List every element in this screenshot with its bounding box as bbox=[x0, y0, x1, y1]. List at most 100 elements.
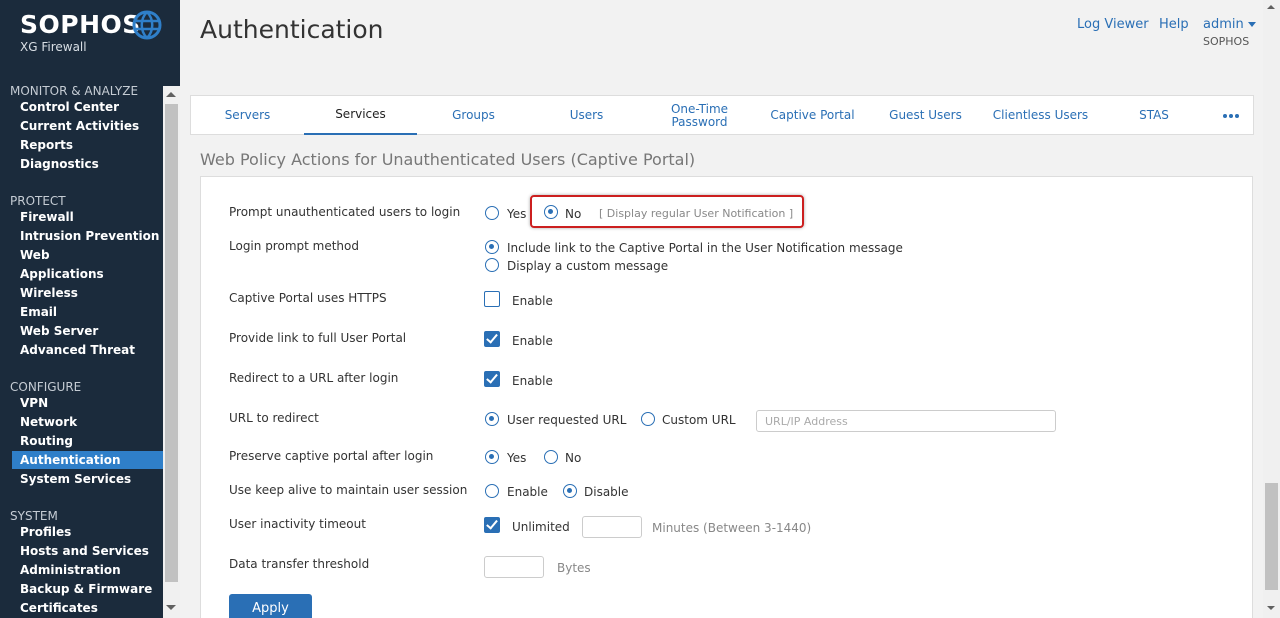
login-method-label: Login prompt method bbox=[229, 239, 359, 253]
https-checkbox[interactable] bbox=[484, 291, 500, 307]
keep-alive-enable-radio[interactable] bbox=[485, 484, 499, 498]
highlight-annotation-box bbox=[530, 195, 804, 228]
user-portal-enable-label: Enable bbox=[512, 334, 553, 348]
nav-item-control-center[interactable]: Control Center bbox=[12, 98, 163, 116]
scroll-down-arrow-icon[interactable] bbox=[1267, 606, 1275, 610]
nav-item-system-services[interactable]: System Services bbox=[12, 470, 163, 488]
unlimited-checkbox[interactable] bbox=[484, 517, 500, 533]
nav-section-system: SYSTEM bbox=[10, 509, 58, 523]
nav-item-certificates[interactable]: Certificates bbox=[12, 599, 163, 617]
nav-section-configure: CONFIGURE bbox=[10, 380, 82, 394]
login-method-link-label: Include link to the Captive Portal in th… bbox=[507, 241, 903, 255]
redirect-checkbox[interactable] bbox=[484, 371, 500, 387]
tab-one-time-password[interactable]: One-Time Password bbox=[643, 96, 756, 135]
nav-item-web[interactable]: Web bbox=[12, 246, 163, 264]
nav-item-routing[interactable]: Routing bbox=[12, 432, 163, 450]
nav-section-protect: PROTECT bbox=[10, 194, 66, 208]
nav-item-advanced-threat[interactable]: Advanced Threat bbox=[12, 341, 163, 359]
tab-bar: Servers Services Groups Users One-Time P… bbox=[190, 95, 1254, 135]
nav-item-current-activities[interactable]: Current Activities bbox=[12, 117, 163, 135]
inactivity-label: User inactivity timeout bbox=[229, 517, 366, 531]
organization-name: SOPHOS bbox=[1203, 35, 1250, 48]
threshold-unit-hint: Bytes bbox=[557, 561, 591, 575]
threshold-label: Data transfer threshold bbox=[229, 557, 370, 571]
section-title: Web Policy Actions for Unauthenticated U… bbox=[200, 150, 696, 169]
nav-item-profiles[interactable]: Profiles bbox=[12, 523, 163, 541]
keep-alive-disable-label: Disable bbox=[584, 485, 629, 499]
tab-captive-portal[interactable]: Captive Portal bbox=[756, 96, 869, 135]
inactivity-unit-hint: Minutes (Between 3-1440) bbox=[652, 521, 812, 535]
redirect-enable-label: Enable bbox=[512, 374, 553, 388]
nav-item-intrusion-prevention[interactable]: Intrusion Prevention bbox=[12, 227, 163, 245]
https-label: Captive Portal uses HTTPS bbox=[229, 291, 387, 305]
product-name: XG Firewall bbox=[20, 40, 87, 54]
nav-item-network[interactable]: Network bbox=[12, 413, 163, 431]
login-method-custom-label: Display a custom message bbox=[507, 259, 669, 273]
prompt-login-yes-radio[interactable] bbox=[485, 206, 499, 220]
preserve-no-label: No bbox=[565, 451, 582, 465]
tab-guest-users[interactable]: Guest Users bbox=[869, 96, 982, 135]
nav-item-reports[interactable]: Reports bbox=[12, 136, 163, 154]
user-portal-checkbox[interactable] bbox=[484, 331, 500, 347]
tab-services[interactable]: Services bbox=[304, 96, 417, 135]
keep-alive-label: Use keep alive to maintain user session bbox=[229, 483, 468, 497]
scroll-up-arrow-icon[interactable] bbox=[1267, 5, 1275, 9]
tab-groups[interactable]: Groups bbox=[417, 96, 530, 135]
login-method-link-radio[interactable] bbox=[485, 240, 499, 254]
apply-button[interactable]: Apply bbox=[229, 594, 312, 618]
main-scroll-thumb[interactable] bbox=[1265, 483, 1278, 590]
sidebar-scrollbar[interactable] bbox=[163, 86, 180, 618]
tab-stas[interactable]: STAS bbox=[1099, 96, 1209, 135]
tab-clientless-users[interactable]: Clientless Users bbox=[982, 96, 1099, 135]
inactivity-minutes-input[interactable] bbox=[582, 516, 642, 538]
nav-item-email[interactable]: Email bbox=[12, 303, 163, 321]
help-link[interactable]: Help bbox=[1159, 17, 1189, 32]
nav-item-vpn[interactable]: VPN bbox=[12, 394, 163, 412]
https-enable-label: Enable bbox=[512, 294, 553, 308]
tab-users[interactable]: Users bbox=[530, 96, 643, 135]
nav-item-administration[interactable]: Administration bbox=[12, 561, 163, 579]
more-tabs-icon[interactable] bbox=[1216, 106, 1246, 126]
threshold-bytes-input[interactable] bbox=[484, 556, 544, 578]
url-redirect-label: URL to redirect bbox=[229, 411, 319, 425]
custom-url-radio[interactable] bbox=[641, 412, 655, 426]
nav-item-backup-firmware[interactable]: Backup & Firmware bbox=[12, 580, 163, 598]
admin-menu[interactable]: admin bbox=[1203, 17, 1256, 32]
nav-section-monitor: MONITOR & ANALYZE bbox=[10, 84, 139, 98]
sophos-logo: SOPHOS XG Firewall bbox=[20, 10, 170, 60]
nav-item-applications[interactable]: Applications bbox=[12, 265, 163, 283]
custom-url-label: Custom URL bbox=[662, 413, 736, 427]
keep-alive-disable-radio[interactable] bbox=[563, 484, 577, 498]
tab-servers[interactable]: Servers bbox=[191, 96, 304, 135]
user-portal-label: Provide link to full User Portal bbox=[229, 331, 407, 345]
sidebar: SOPHOS XG Firewall MONITOR & ANALYZE Con… bbox=[0, 0, 180, 618]
main-scrollbar[interactable] bbox=[1263, 0, 1280, 618]
caret-down-icon bbox=[1247, 22, 1256, 27]
globe-icon bbox=[132, 10, 162, 40]
scroll-down-arrow-icon[interactable] bbox=[166, 605, 176, 610]
login-method-custom-radio[interactable] bbox=[485, 258, 499, 272]
url-ip-input[interactable] bbox=[756, 410, 1056, 432]
page-title: Authentication bbox=[200, 15, 384, 44]
user-requested-url-label: User requested URL bbox=[507, 413, 627, 427]
log-viewer-link[interactable]: Log Viewer bbox=[1077, 17, 1149, 32]
redirect-label: Redirect to a URL after login bbox=[229, 371, 399, 385]
nav-item-web-server[interactable]: Web Server bbox=[12, 322, 163, 340]
nav-item-hosts-and-services[interactable]: Hosts and Services bbox=[12, 542, 163, 560]
nav-item-authentication[interactable]: Authentication bbox=[12, 451, 163, 469]
prompt-login-yes-label: Yes bbox=[507, 207, 527, 221]
keep-alive-enable-label: Enable bbox=[507, 485, 548, 499]
brand-name: SOPHOS bbox=[20, 10, 141, 39]
admin-label: admin bbox=[1203, 17, 1244, 32]
unlimited-label: Unlimited bbox=[512, 520, 570, 534]
preserve-yes-radio[interactable] bbox=[485, 450, 499, 464]
nav-item-firewall[interactable]: Firewall bbox=[12, 208, 163, 226]
nav-item-wireless[interactable]: Wireless bbox=[12, 284, 163, 302]
sidebar-scroll-thumb[interactable] bbox=[165, 104, 178, 582]
nav-item-diagnostics[interactable]: Diagnostics bbox=[12, 155, 163, 173]
prompt-login-label: Prompt unauthenticated users to login bbox=[229, 205, 461, 219]
user-requested-url-radio[interactable] bbox=[485, 412, 499, 426]
scroll-up-arrow-icon[interactable] bbox=[166, 92, 176, 97]
preserve-no-radio[interactable] bbox=[544, 450, 558, 464]
preserve-label: Preserve captive portal after login bbox=[229, 449, 434, 463]
